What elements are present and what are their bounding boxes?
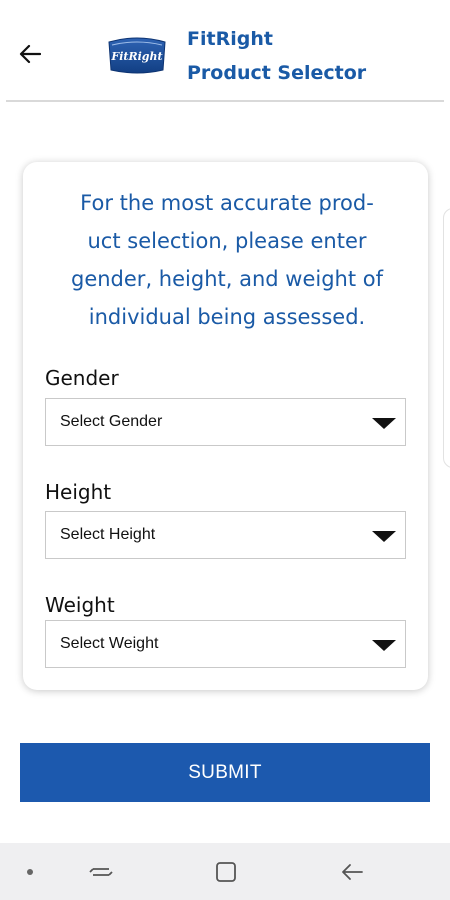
gender-select[interactable]: Select Gender (45, 398, 406, 446)
back-button[interactable] (14, 38, 46, 70)
system-nav-bar (0, 843, 450, 900)
chevron-down-icon (372, 640, 396, 651)
selector-card: For the most accurate prod- uct selectio… (23, 162, 428, 690)
instructions-line: individual being assessed. (88, 305, 366, 329)
gender-select-value: Select Gender (60, 413, 163, 430)
dot-icon (27, 869, 33, 875)
weight-label: Weight (45, 593, 115, 617)
app-header: FitRight FitRight Product Selector (0, 0, 450, 100)
recent-apps-icon[interactable] (88, 860, 114, 884)
app-title-line1: FitRight (187, 28, 273, 50)
chevron-down-icon (372, 418, 396, 429)
chevron-down-icon (372, 531, 396, 542)
back-icon[interactable] (339, 860, 365, 884)
height-select-value: Select Height (60, 526, 156, 543)
app-title-line2: Product Selector (187, 62, 367, 84)
fitright-logo: FitRight (108, 37, 166, 74)
svg-text:FitRight: FitRight (110, 50, 162, 63)
arrow-left-icon (19, 44, 41, 64)
height-label: Height (45, 480, 112, 504)
gender-label: Gender (45, 366, 119, 390)
height-select[interactable]: Select Height (45, 511, 406, 559)
weight-select[interactable]: Select Weight (45, 620, 406, 668)
instructions-text: For the most accurate prod- uct selectio… (49, 184, 405, 336)
instructions-line: For the most accurate prod- (80, 191, 374, 215)
submit-button[interactable]: SUBMIT (20, 743, 430, 802)
next-card-peek (443, 208, 450, 468)
weight-select-value: Select Weight (60, 635, 159, 652)
app-screen: FitRight FitRight Product Selector For t… (0, 0, 450, 900)
instructions-line: gender, height, and weight of (71, 267, 383, 291)
home-icon[interactable] (213, 860, 239, 884)
app-title: FitRight Product Selector (187, 22, 366, 90)
instructions-line: uct selection, please enter (87, 229, 367, 253)
header-divider (6, 100, 444, 102)
